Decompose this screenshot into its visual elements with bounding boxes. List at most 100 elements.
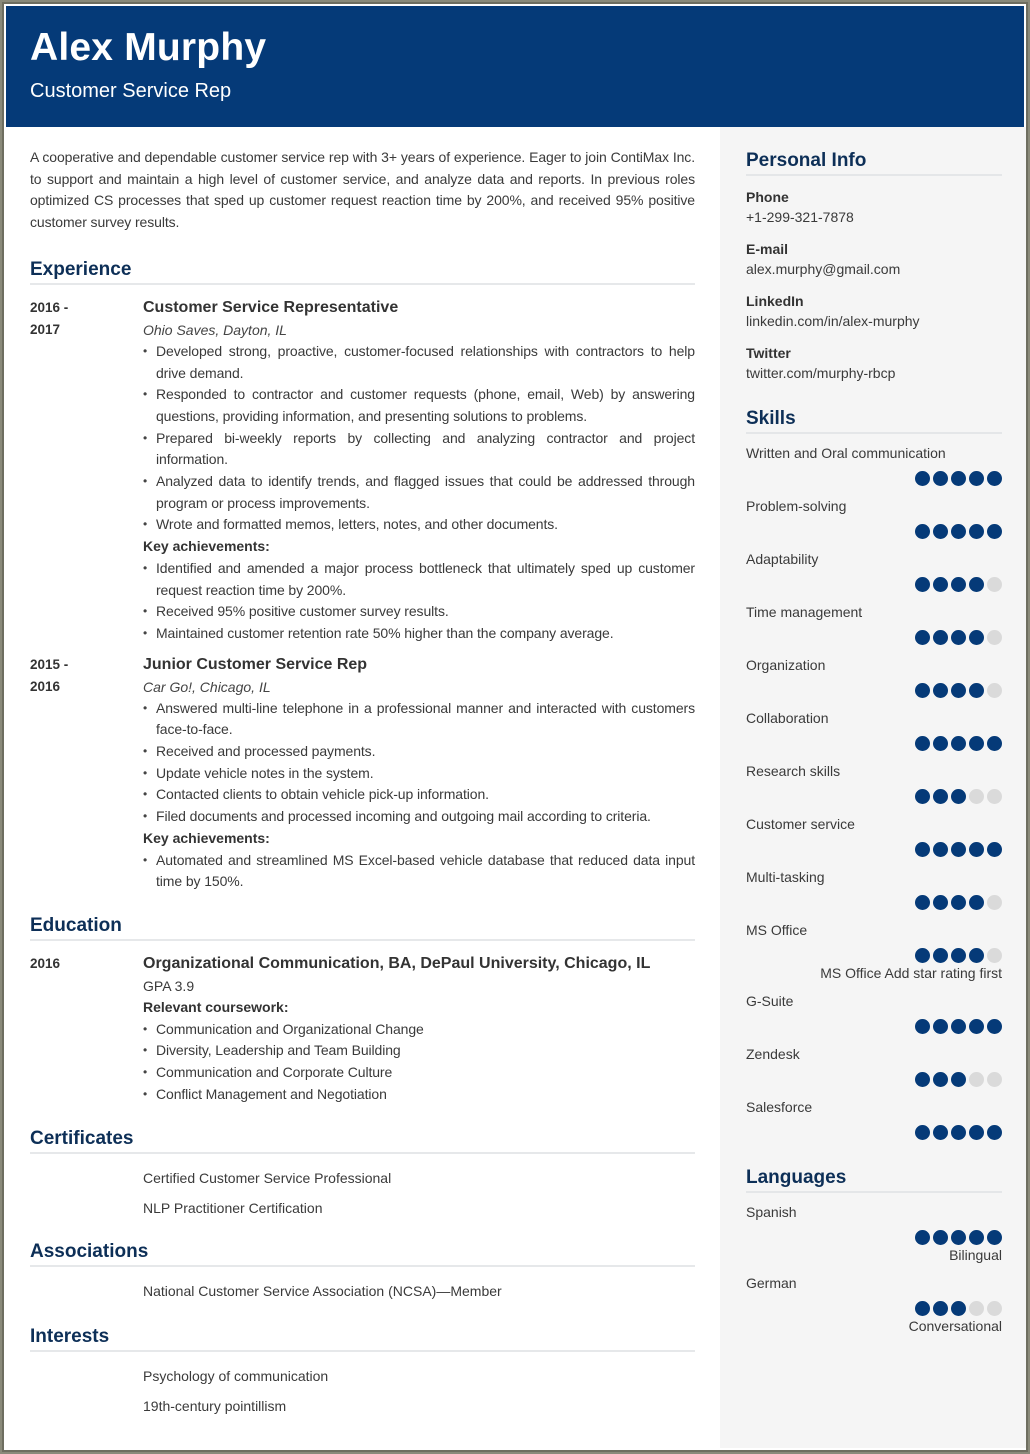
phone-value[interactable]: +1-299-321-7878 <box>746 206 1002 228</box>
coursework-item: Conflict Management and Negotiation <box>143 1084 695 1106</box>
job-date-start: 2016 - <box>30 299 69 315</box>
rating-dot-filled <box>969 1125 984 1140</box>
rating-dot-filled <box>915 1072 930 1087</box>
skill-item: G-Suite <box>746 991 1002 1035</box>
skill-note: MS Office Add star rating first <box>820 965 1002 981</box>
duty-item: Prepared bi-weekly reports by collecting… <box>143 428 695 471</box>
rating-dot-filled <box>933 683 948 698</box>
rating-dot-filled <box>933 471 948 486</box>
language-item: German Conversational <box>746 1273 1002 1335</box>
rating-dot-filled <box>987 524 1002 539</box>
skill-name: Salesforce <box>746 1099 813 1115</box>
twitter-value[interactable]: twitter.com/murphy-rbcp <box>746 362 1002 384</box>
personal-info-list: Phone +1-299-321-7878 E-mail alex.murphy@gm… <box>746 188 1002 384</box>
rating-dot-filled <box>915 842 930 857</box>
rating-dot-filled <box>915 1230 930 1245</box>
skill-name: Zendesk <box>746 1046 800 1062</box>
rating-dot-filled <box>933 948 948 963</box>
sidebar-content: Personal Info Phone +1-299-321-7878 E-mail… <box>746 150 1002 1335</box>
coursework-item: Communication and Corporate Culture <box>143 1062 695 1084</box>
main-column: A cooperative and dependable customer se… <box>30 127 695 1421</box>
section-title-education: Education <box>30 915 695 941</box>
section-title-certificates: Certificates <box>30 1128 695 1154</box>
section-title-languages: Languages <box>746 1167 1002 1193</box>
linkedin-label: LinkedIn <box>746 293 804 309</box>
rating-dot-filled <box>969 736 984 751</box>
rating-dot-filled <box>951 895 966 910</box>
rating-dot-filled <box>951 1072 966 1087</box>
rating-dot-empty <box>987 683 1002 698</box>
rating-dot-filled <box>933 1019 948 1034</box>
duty-item: Responded to contractor and customer req… <box>143 384 695 427</box>
job-company: Ohio Saves, Dayton, IL <box>143 321 287 338</box>
job-body: Junior Customer Service Rep Car Go!, Chic… <box>143 654 695 893</box>
skill-name: Customer service <box>746 816 855 832</box>
coursework-list: Communication and Organizational ChangeD… <box>143 1019 695 1106</box>
rating-dot-filled <box>933 842 948 857</box>
section-title-experience: Experience <box>30 259 695 285</box>
twitter-label: Twitter <box>746 345 791 361</box>
skill-name: MS Office <box>746 922 808 938</box>
rating-dot-filled <box>915 789 930 804</box>
education-body: Organizational Communication, BA, DePaul… <box>143 953 695 1106</box>
rating-dot-filled <box>915 895 930 910</box>
rating-dot-filled <box>987 1230 1002 1245</box>
rating-dot-filled <box>933 895 948 910</box>
rating-dots <box>746 948 1002 964</box>
key-achievements-label: Key achievements: <box>143 538 270 555</box>
rating-dot-filled <box>915 1019 930 1034</box>
interest-item: Psychology of communication <box>143 1367 329 1384</box>
rating-dot-filled <box>951 789 966 804</box>
rating-dot-empty <box>987 789 1002 804</box>
skill-item: Organization <box>746 655 1002 699</box>
skills-list: Written and Oral communication Problem-so… <box>746 443 1002 1141</box>
rating-dot-filled <box>933 1072 948 1087</box>
achievement-item: Identified and amended a major process b… <box>143 558 695 601</box>
skill-name: Problem-solving <box>746 498 847 514</box>
skill-name: Research skills <box>746 763 841 779</box>
job-date-end: 2016 <box>30 678 61 694</box>
skill-item: Collaboration <box>746 708 1002 752</box>
rating-dot-filled <box>951 948 966 963</box>
rating-dot-filled <box>951 1301 966 1316</box>
candidate-role: Customer Service Rep <box>30 80 232 102</box>
language-level: Bilingual <box>949 1247 1002 1263</box>
rating-dot-filled <box>951 1019 966 1034</box>
rating-dot-empty <box>987 630 1002 645</box>
rating-dot-filled <box>969 683 984 698</box>
skill-item: Salesforce <box>746 1097 1002 1141</box>
rating-dot-filled <box>933 1230 948 1245</box>
resume-content: Alex Murphy Customer Service Rep A coope… <box>6 6 1026 1448</box>
skill-item: Adaptability <box>746 549 1002 593</box>
language-name: German <box>746 1275 797 1291</box>
language-item: Spanish Bilingual <box>746 1202 1002 1264</box>
job-company: Car Go!, Chicago, IL <box>143 678 271 695</box>
achievement-item: Automated and streamlined MS Excel-based… <box>143 850 695 893</box>
job-dates: 2015 - 2016 <box>30 654 143 893</box>
rating-dot-filled <box>987 736 1002 751</box>
job-achievements: Automated and streamlined MS Excel-based… <box>143 850 695 893</box>
skill-name: Adaptability <box>746 551 819 567</box>
linkedin-value[interactable]: linkedin.com/in/alex-murphy <box>746 310 1002 332</box>
rating-dot-filled <box>969 948 984 963</box>
rating-dot-filled <box>951 577 966 592</box>
skill-item: Research skills <box>746 761 1002 805</box>
rating-dot-filled <box>915 948 930 963</box>
job-duties: Developed strong, proactive, customer-fo… <box>143 341 695 536</box>
section-title-interests: Interests <box>30 1326 695 1352</box>
email-value[interactable]: alex.murphy@gmail.com <box>746 258 1002 280</box>
section-title-associations: Associations <box>30 1241 695 1267</box>
skill-name: Written and Oral communication <box>746 445 946 461</box>
rating-dot-filled <box>969 842 984 857</box>
rating-dot-filled <box>951 471 966 486</box>
rating-dot-filled <box>915 1301 930 1316</box>
coursework-item: Communication and Organizational Change <box>143 1019 695 1041</box>
section-title-personal-info: Personal Info <box>746 150 1002 176</box>
rating-dot-filled <box>969 630 984 645</box>
language-level: Conversational <box>908 1318 1002 1334</box>
certificate-item: NLP Practitioner Certification <box>143 1199 323 1216</box>
rating-dot-filled <box>951 1125 966 1140</box>
rating-dot-empty <box>987 577 1002 592</box>
rating-dot-filled <box>969 895 984 910</box>
rating-dots <box>746 895 1002 911</box>
